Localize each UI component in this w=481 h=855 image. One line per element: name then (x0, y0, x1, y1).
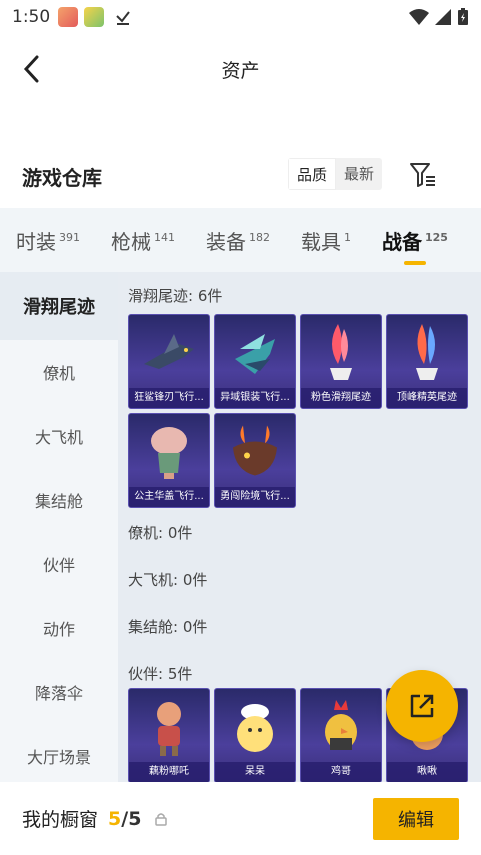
filter-icon (410, 163, 435, 187)
princess-glider-icon (151, 427, 187, 480)
showcase-label: 我的橱窗 (22, 809, 99, 831)
item-grid-glide-trail: 狂鲨锋刃飞行... 异域银装飞行... 粉色滑翔尾迹 顶峰精英尾迹 公主华盖飞行… (128, 314, 481, 508)
sidebar-item-parachute[interactable]: 降落伞 (0, 660, 118, 724)
edit-showcase-button[interactable]: 编辑 (373, 797, 459, 840)
item-card[interactable]: 顶峰精英尾迹 (386, 314, 468, 409)
tab-fashion[interactable]: 时装 391 (16, 226, 80, 255)
sidebar-item-partner[interactable]: 伙伴 (0, 532, 118, 596)
showcase-bar: 我的橱窗 5/5 编辑 (0, 782, 481, 855)
item-label: 鸡哥 (301, 762, 381, 782)
category-tabs: 时装 391 枪械 141 装备 182 载具 1 战备 125 (0, 208, 481, 272)
sidebar-item-emote[interactable]: 动作 (0, 596, 118, 660)
tab-label: 枪械 (111, 229, 151, 254)
status-time: 1:50 (12, 7, 51, 27)
shark-glider-icon (144, 334, 194, 370)
tab-count: 125 (425, 230, 448, 244)
tab-count: 141 (154, 230, 175, 244)
warehouse-title: 游戏仓库 (22, 166, 102, 190)
section-header-assembly-pod: 集结舱: 0件 (128, 618, 208, 636)
item-card[interactable]: 勇闯险境飞行... (214, 413, 296, 508)
share-fab-button[interactable] (386, 670, 458, 742)
item-card[interactable]: 呆呆 (214, 688, 296, 782)
sort-by-quality-button[interactable]: 品质 (288, 158, 337, 190)
item-label: 啾啾 (387, 762, 467, 782)
filter-button[interactable] (408, 160, 438, 190)
status-right (409, 8, 469, 26)
showcase-total: 5 (128, 807, 142, 830)
section-header-wingman: 僚机: 0件 (128, 524, 193, 542)
tab-vehicles[interactable]: 载具 1 (301, 226, 351, 255)
item-card[interactable]: 狂鲨锋刃飞行... (128, 314, 210, 409)
item-label: 狂鲨锋刃飞行... (129, 388, 209, 408)
tab-label: 战备 (382, 229, 422, 254)
sort-toggle: 品质 最新 (288, 158, 383, 190)
item-label: 呆呆 (215, 762, 295, 782)
signal-icon (435, 9, 451, 25)
tab-equipment[interactable]: 装备 182 (206, 226, 270, 255)
item-card[interactable]: 鸡哥 (300, 688, 382, 782)
alien-glider-icon (235, 334, 275, 375)
sidebar-item-glide-trail[interactable]: 滑翔尾迹 (0, 272, 118, 340)
section-header-big-plane: 大飞机: 0件 (128, 571, 208, 589)
item-label: 异域银装飞行... (215, 388, 295, 408)
app-notification-icon (58, 7, 79, 27)
item-label: 粉色滑翔尾迹 (301, 388, 381, 408)
item-label: 藕粉哪吒 (129, 762, 209, 782)
item-card[interactable]: 公主华盖飞行... (128, 413, 210, 508)
showcase-current: 5 (108, 807, 122, 830)
item-label: 顶峰精英尾迹 (387, 388, 467, 408)
subcategory-sidebar: 滑翔尾迹 僚机 大飞机 集结舱 伙伴 动作 降落伞 大厅场景 (0, 272, 118, 782)
nezha-partner-icon (157, 702, 181, 757)
elite-trail-icon (416, 324, 438, 381)
sidebar-item-big-plane[interactable]: 大飞机 (0, 404, 118, 468)
tab-battle-prep[interactable]: 战备 125 (382, 226, 448, 265)
chick-partner-icon (237, 704, 273, 753)
lock-icon (155, 812, 168, 826)
share-icon (410, 694, 434, 718)
item-label: 勇闯险境飞行... (215, 487, 295, 507)
adventure-glider-icon (233, 425, 277, 476)
pink-trail-icon (330, 324, 352, 381)
section-header-glide-trail: 滑翔尾迹: 6件 (128, 287, 223, 305)
assets-page: 1:50 资产 游戏仓库 品质 最新 时装391 枪械141 装备182 (0, 0, 481, 855)
download-icon (116, 11, 130, 25)
wifi-icon (409, 9, 429, 25)
item-card[interactable]: 粉色滑翔尾迹 (300, 314, 382, 409)
item-label: 公主华盖飞行... (129, 487, 209, 507)
sidebar-item-lobby-scene[interactable]: 大厅场景 (0, 724, 118, 788)
tab-count: 391 (59, 230, 80, 244)
showcase-count: 5/5 (108, 807, 142, 830)
app-notification-icon-2 (84, 7, 105, 27)
tab-firearms[interactable]: 枪械 141 (111, 226, 175, 255)
sidebar-item-wingman[interactable]: 僚机 (0, 340, 118, 404)
top-app-bar: 资产 (0, 34, 481, 106)
tab-label: 载具 (301, 229, 341, 254)
tab-count: 1 (344, 230, 351, 244)
sort-by-newest-button[interactable]: 最新 (336, 158, 382, 190)
sidebar-item-assembly-pod[interactable]: 集结舱 (0, 468, 118, 532)
tab-label: 装备 (206, 229, 246, 254)
tab-label: 时装 (16, 229, 56, 254)
page-title: 资产 (221, 60, 260, 82)
item-card[interactable]: 藕粉哪吒 (128, 688, 210, 782)
status-bar: 1:50 (0, 0, 481, 34)
rooster-partner-icon (325, 700, 357, 751)
battery-icon (458, 8, 468, 25)
tab-count: 182 (249, 230, 270, 244)
item-card[interactable]: 异域银装飞行... (214, 314, 296, 409)
